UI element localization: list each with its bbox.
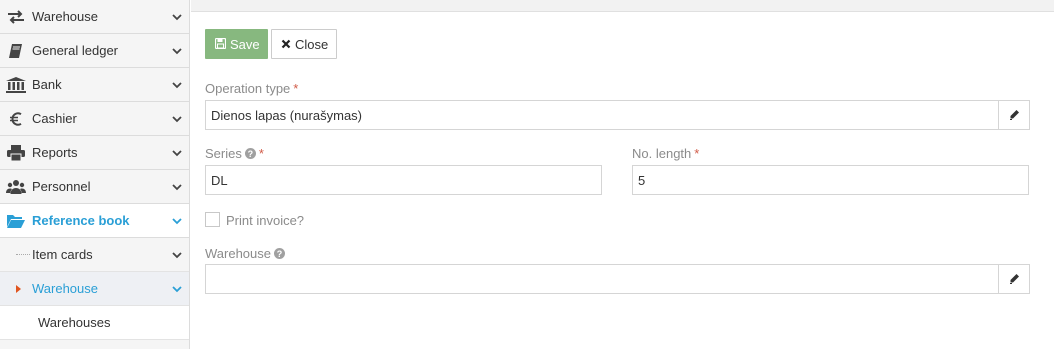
no-length-field[interactable]: 5	[632, 165, 1029, 195]
operation-type-edit-button[interactable]	[998, 100, 1030, 130]
chevron-down-icon	[165, 149, 189, 157]
pencil-icon	[1009, 108, 1020, 123]
sidebar-subsubitem-label: Warehouses	[38, 315, 111, 330]
sidebar-item-general-ledger[interactable]: General ledger	[0, 34, 189, 68]
no-length-label-text: No. length	[632, 146, 692, 161]
chevron-down-icon	[165, 115, 189, 123]
print-invoice-label: Print invoice?	[226, 213, 305, 228]
chevron-down-icon	[165, 13, 189, 21]
sidebar-item-personnel[interactable]: Personnel	[0, 170, 189, 204]
sidebar: Warehouse General ledger Bank Cashier Re…	[0, 0, 190, 349]
sidebar-item-label: Reports	[32, 145, 78, 160]
required-mark: *	[694, 146, 700, 161]
users-icon	[0, 179, 32, 195]
sidebar-item-label: Reference book	[32, 213, 130, 228]
close-label: Close	[295, 36, 329, 52]
top-bar	[191, 0, 1054, 12]
folder-open-icon	[0, 214, 32, 228]
sidebar-subitem-warehouse[interactable]: Warehouse	[0, 272, 189, 306]
sidebar-item-bank[interactable]: Bank	[0, 68, 189, 102]
book-icon	[0, 43, 32, 59]
sidebar-item-label: Cashier	[32, 111, 77, 126]
required-mark: *	[293, 81, 299, 96]
series-label: Series ? *	[205, 146, 264, 161]
chevron-down-icon	[165, 81, 189, 89]
required-mark: *	[258, 146, 264, 161]
sidebar-item-label: Bank	[32, 77, 62, 92]
print-invoice-checkbox[interactable]	[205, 212, 220, 227]
euro-icon	[0, 111, 32, 127]
exchange-icon	[0, 9, 32, 24]
save-label: Save	[230, 36, 260, 52]
print-icon	[0, 144, 32, 161]
bank-icon	[0, 76, 32, 93]
series-field[interactable]: DL	[205, 165, 602, 195]
sidebar-item-reference-book[interactable]: Reference book	[0, 204, 189, 238]
operation-type-field[interactable]: Dienos lapas (nurašymas)	[205, 100, 999, 130]
help-icon[interactable]: ?	[274, 248, 285, 259]
chevron-down-icon	[165, 251, 189, 259]
warehouse-label-text: Warehouse	[205, 246, 271, 261]
save-button[interactable]: Save	[205, 29, 268, 59]
operation-type-value: Dienos lapas (nurašymas)	[211, 107, 363, 123]
sidebar-item-reports[interactable]: Reports	[0, 136, 189, 170]
pencil-icon	[1009, 272, 1020, 287]
warehouse-edit-button[interactable]	[998, 264, 1030, 294]
chevron-down-icon	[165, 217, 189, 225]
help-icon[interactable]: ?	[244, 148, 256, 159]
no-length-value: 5	[638, 172, 646, 188]
tree-connector	[16, 254, 30, 255]
sidebar-subitem-label: Warehouse	[32, 281, 98, 296]
sidebar-item-cashier[interactable]: Cashier	[0, 102, 189, 136]
close-button[interactable]: Close	[271, 29, 337, 59]
chevron-down-icon	[165, 183, 189, 191]
sidebar-item-label: General ledger	[32, 43, 118, 58]
caret-right-icon	[16, 285, 21, 293]
sidebar-subitem-item-cards[interactable]: Item cards	[0, 238, 189, 272]
no-length-label: No. length *	[632, 146, 699, 161]
sidebar-subsubitem-warehouses[interactable]: Warehouses	[0, 306, 189, 340]
series-label-text: Series	[205, 146, 242, 161]
sidebar-item-label: Personnel	[32, 179, 91, 194]
chevron-down-icon	[165, 285, 189, 293]
sidebar-item-label: Warehouse	[32, 9, 98, 24]
operation-type-label: Operation type *	[205, 81, 298, 96]
main-content: Save Close Operation type * Dienos lapas …	[191, 12, 1054, 349]
chevron-down-icon	[165, 47, 189, 55]
series-value: DL	[211, 172, 228, 188]
operation-type-label-text: Operation type	[205, 81, 291, 96]
warehouse-label: Warehouse ?	[205, 246, 285, 261]
sidebar-item-warehouse[interactable]: Warehouse	[0, 0, 189, 34]
save-icon	[214, 37, 227, 52]
warehouse-field[interactable]	[205, 264, 999, 294]
close-icon	[281, 37, 291, 52]
